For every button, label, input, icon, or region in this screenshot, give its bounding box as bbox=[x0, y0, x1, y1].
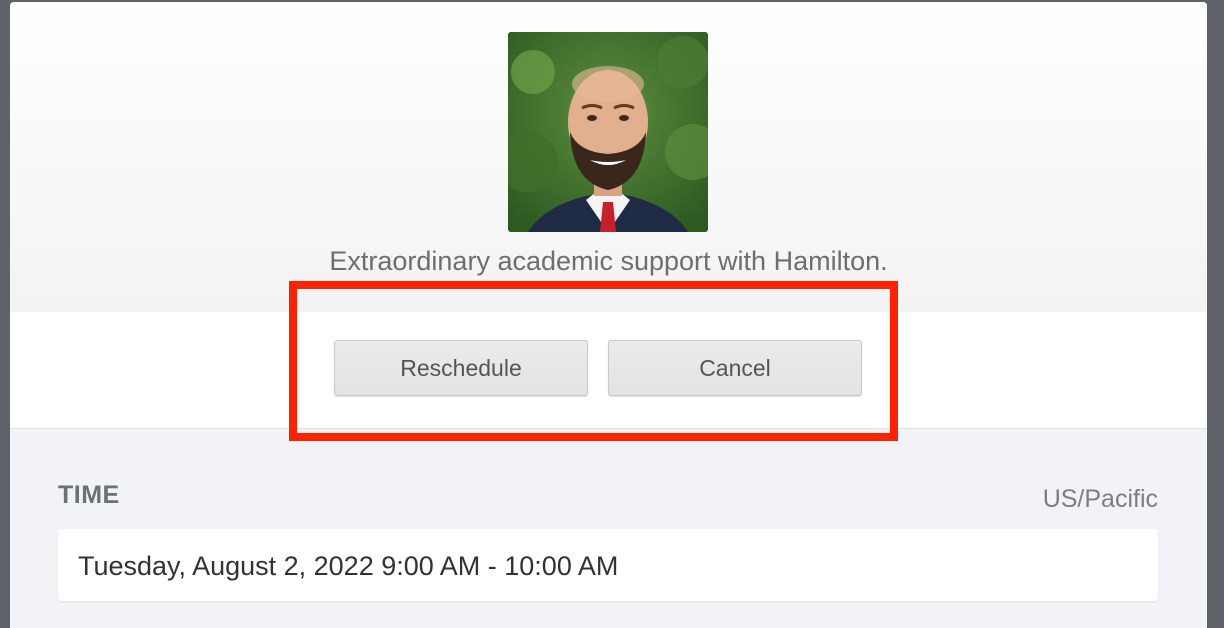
cancel-button[interactable]: Cancel bbox=[608, 340, 862, 396]
host-tagline: Extraordinary academic support with Hami… bbox=[329, 246, 888, 276]
time-card: Tuesday, August 2, 2022 9:00 AM - 10:00 … bbox=[58, 529, 1158, 601]
host-header: Extraordinary academic support with Hami… bbox=[10, 2, 1207, 312]
timezone-label[interactable]: US/Pacific bbox=[1043, 485, 1158, 514]
host-photo-image bbox=[508, 32, 708, 232]
appointment-modal: Extraordinary academic support with Hami… bbox=[10, 2, 1207, 628]
reschedule-button[interactable]: Reschedule bbox=[334, 340, 588, 396]
appointment-time: Tuesday, August 2, 2022 9:00 AM - 10:00 … bbox=[78, 551, 619, 581]
time-section-label: TIME bbox=[58, 481, 120, 509]
time-details: TIME US/Pacific Tuesday, August 2, 2022 … bbox=[10, 428, 1207, 628]
host-avatar bbox=[508, 32, 708, 232]
